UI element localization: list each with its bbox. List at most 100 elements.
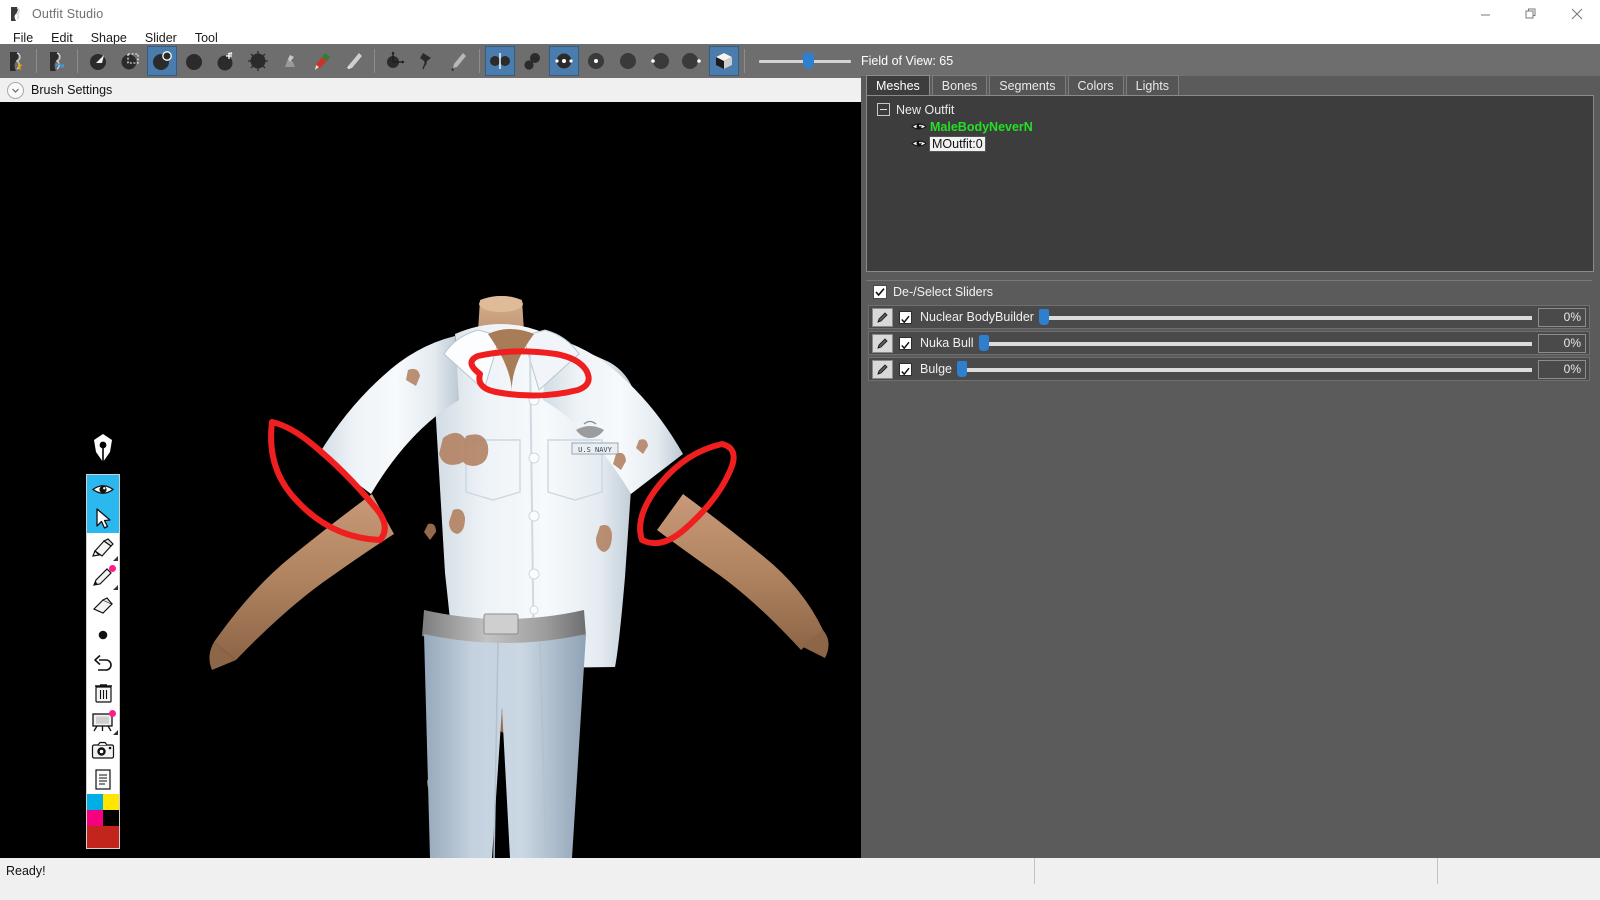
show-wireframe-icon[interactable] xyxy=(485,46,515,76)
slider-value[interactable]: 0% xyxy=(1538,359,1586,379)
vertex-edit-icon[interactable] xyxy=(444,46,474,76)
current-color-swatch[interactable] xyxy=(87,826,119,848)
unmask-brush-icon[interactable] xyxy=(179,46,209,76)
dropdown-corner-icon[interactable] xyxy=(113,556,118,561)
show-normals-icon[interactable] xyxy=(549,46,579,76)
tab-meshes[interactable]: Meshes xyxy=(866,75,930,95)
highlighter-icon[interactable] xyxy=(87,533,119,562)
tree-item-moutfit[interactable]: MOutfit:0 xyxy=(867,135,1593,152)
mesh-tree[interactable]: New Outfit MaleBodyNeverN MOutfit:0 xyxy=(866,95,1594,272)
annotation-tool-palette[interactable] xyxy=(86,474,120,849)
smooth-brush-icon[interactable] xyxy=(275,46,305,76)
mask-brush-icon[interactable] xyxy=(147,46,177,76)
eraser-icon[interactable] xyxy=(87,591,119,620)
lighting-4-icon[interactable] xyxy=(677,46,707,76)
tab-lights[interactable]: Lights xyxy=(1125,75,1179,95)
pencil-icon[interactable] xyxy=(872,307,893,327)
chevron-down-icon[interactable] xyxy=(7,81,24,99)
tree-root-new-outfit[interactable]: New Outfit xyxy=(867,101,1593,118)
tab-bones[interactable]: Bones xyxy=(931,75,988,95)
swatch-cyan[interactable] xyxy=(87,794,103,810)
slider-value[interactable]: 0% xyxy=(1538,307,1586,327)
slider-row-bulge[interactable]: Bulge 0% xyxy=(868,357,1590,381)
trash-icon[interactable] xyxy=(87,678,119,707)
dropdown-corner-icon[interactable] xyxy=(113,585,118,590)
status-cell-3 xyxy=(1438,858,1600,884)
toolbar-separator xyxy=(374,49,375,73)
slider-label: Nuka Bull xyxy=(920,336,974,350)
close-button[interactable] xyxy=(1554,0,1600,28)
brush-settings-bar[interactable]: Brush Settings xyxy=(0,78,861,103)
show-seams-icon[interactable] xyxy=(517,46,547,76)
toolbar-separator xyxy=(77,49,78,73)
maximize-button[interactable] xyxy=(1508,0,1554,28)
brush-settings-label: Brush Settings xyxy=(31,83,113,97)
panel-tabs: Meshes Bones Segments Colors Lights xyxy=(866,75,1181,95)
slider-track-wrap[interactable] xyxy=(956,359,1532,379)
camera-icon[interactable] xyxy=(87,736,119,765)
right-panel: Meshes Bones Segments Colors Lights New … xyxy=(861,75,1600,858)
pencil-icon[interactable] xyxy=(872,359,893,379)
dropdown-corner-icon[interactable] xyxy=(113,730,118,735)
field-of-view-label: Field of View: 65 xyxy=(861,54,954,68)
deselect-sliders-row[interactable]: De-/Select Sliders xyxy=(866,281,1592,303)
pointer-select-icon[interactable] xyxy=(87,504,119,533)
slider-checkbox[interactable] xyxy=(899,336,912,350)
load-project-icon[interactable] xyxy=(42,46,72,76)
swatch-yellow[interactable] xyxy=(103,794,119,810)
lighting-2-icon[interactable] xyxy=(613,46,643,76)
pivot-icon[interactable] xyxy=(412,46,442,76)
slider-row-nuka-bull[interactable]: Nuka Bull 0% xyxy=(868,331,1590,355)
new-project-icon[interactable] xyxy=(1,46,31,76)
pencil-icon[interactable] xyxy=(872,333,893,353)
slider-row-nuclear-bodybuilder[interactable]: Nuclear BodyBuilder 0% xyxy=(868,305,1590,329)
swatch-magenta[interactable] xyxy=(87,810,103,826)
window-controls xyxy=(1462,0,1600,28)
tree-root-label: New Outfit xyxy=(896,102,955,117)
pen-icon[interactable] xyxy=(87,562,119,591)
lighting-1-icon[interactable] xyxy=(581,46,611,76)
inflate-brush-icon[interactable] xyxy=(243,46,273,76)
slider-track xyxy=(1041,316,1532,320)
dot-brush-icon[interactable] xyxy=(87,620,119,649)
tab-segments[interactable]: Segments xyxy=(989,75,1066,95)
tab-colors[interactable]: Colors xyxy=(1067,75,1124,95)
slider-checkbox[interactable] xyxy=(899,362,912,376)
minimize-button[interactable] xyxy=(1462,0,1508,28)
box-select-icon[interactable] xyxy=(115,46,145,76)
slider-thumb[interactable] xyxy=(1038,309,1049,325)
deselect-sliders-checkbox[interactable] xyxy=(873,285,887,299)
3d-viewport[interactable]: U.S NAVY xyxy=(0,102,861,858)
weight-brush-icon[interactable] xyxy=(307,46,337,76)
slider-thumb[interactable] xyxy=(956,361,967,377)
app-icon xyxy=(8,6,24,22)
clipboard-icon[interactable] xyxy=(87,765,119,794)
slider-checkbox[interactable] xyxy=(899,310,912,324)
visibility-toggle-icon[interactable] xyxy=(87,475,119,504)
field-of-view-slider[interactable] xyxy=(759,51,851,71)
slider-value[interactable]: 0% xyxy=(1538,333,1586,353)
slider-thumb[interactable] xyxy=(978,335,989,351)
title-bar: Outfit Studio xyxy=(0,0,1600,28)
color-badge-dot xyxy=(109,710,116,717)
undo-icon[interactable] xyxy=(87,649,119,678)
lighting-3-icon[interactable] xyxy=(645,46,675,76)
collapse-box-icon[interactable] xyxy=(877,103,890,116)
swatch-black[interactable] xyxy=(103,810,119,826)
move-brush-icon[interactable] xyxy=(211,46,241,76)
select-vertices-icon[interactable] xyxy=(83,46,113,76)
color-swatch-grid[interactable] xyxy=(87,794,119,826)
transform-icon[interactable] xyxy=(380,46,410,76)
slider-track-wrap[interactable] xyxy=(1038,307,1532,327)
window-title: Outfit Studio xyxy=(32,7,104,21)
toolbar-separator xyxy=(36,49,37,73)
whiteboard-icon[interactable] xyxy=(87,707,119,736)
tree-item-malebody[interactable]: MaleBodyNeverN xyxy=(867,118,1593,135)
show-textures-icon[interactable] xyxy=(709,46,739,76)
color-brush-icon[interactable] xyxy=(339,46,369,76)
eye-visible-icon[interactable] xyxy=(911,121,927,132)
main-toolbar: Field of View: 65 xyxy=(0,44,1600,78)
slider-track-wrap[interactable] xyxy=(978,333,1532,353)
eye-visible-icon[interactable] xyxy=(911,138,927,149)
fov-thumb[interactable] xyxy=(803,53,814,70)
